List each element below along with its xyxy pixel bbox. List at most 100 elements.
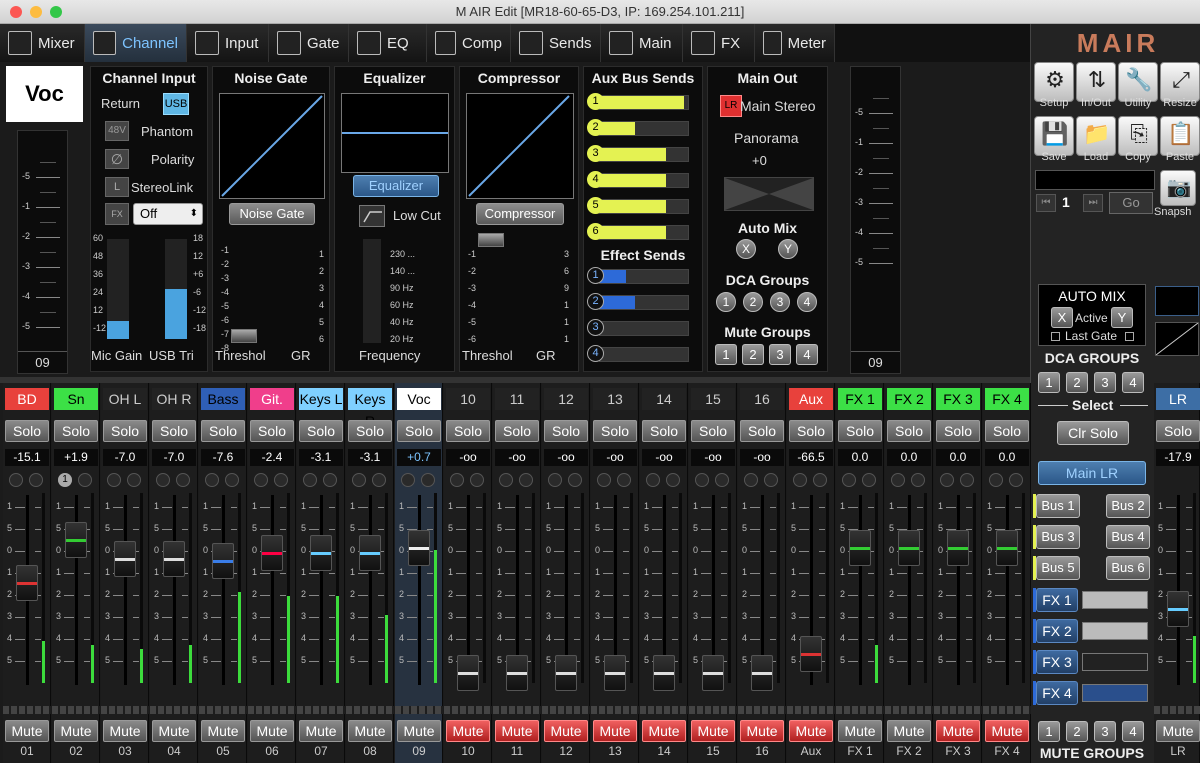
mute-group-4[interactable]: 4 (796, 344, 818, 365)
channel-fader[interactable] (702, 655, 724, 691)
equalizer-button[interactable]: Equalizer (353, 175, 439, 197)
fx-slot-button-1[interactable]: FX 1 (1036, 588, 1078, 612)
mute-button[interactable]: Mute (348, 720, 392, 742)
noise-gate-button[interactable]: Noise Gate (229, 203, 315, 225)
mute-button[interactable]: Mute (446, 720, 490, 742)
automix-x-rp[interactable]: X (1051, 307, 1073, 328)
channel-name-button[interactable]: Keys L (299, 388, 343, 410)
channel-fader[interactable] (898, 530, 920, 567)
rp-dca-2[interactable]: 2 (1066, 372, 1088, 393)
channel-fader[interactable] (1167, 591, 1189, 627)
mute-group-1[interactable]: 1 (715, 344, 737, 365)
solo-button[interactable]: Solo (887, 420, 931, 442)
solo-button[interactable]: Solo (1156, 420, 1200, 442)
rp-mute-group-2[interactable]: 2 (1066, 721, 1088, 742)
rp-in-out-button[interactable]: ⇅ (1076, 62, 1116, 102)
rp-copy-button[interactable]: ⎘ (1118, 116, 1158, 156)
compressor-threshold-fader[interactable] (478, 233, 504, 247)
solo-button[interactable]: Solo (5, 420, 49, 442)
bus-button-2[interactable]: Bus 2 (1106, 494, 1150, 518)
mute-button[interactable]: Mute (250, 720, 294, 742)
solo-button[interactable]: Solo (54, 420, 98, 442)
mute-group-3[interactable]: 3 (769, 344, 791, 365)
tab-main[interactable]: Main (601, 24, 683, 62)
channel-name-button[interactable]: BD (5, 388, 49, 410)
channel-name-button[interactable]: Bass (201, 388, 245, 410)
channel-name-button[interactable]: 16 (740, 388, 784, 410)
rp-utility-button[interactable]: 🔧 (1118, 62, 1158, 102)
fx-send-2[interactable]: 2 (587, 293, 689, 312)
channel-fader[interactable] (604, 655, 626, 691)
fx-slot-button-4[interactable]: FX 4 (1036, 681, 1078, 705)
rp-load-button[interactable]: 📁 (1076, 116, 1116, 156)
go-button[interactable]: Go (1109, 192, 1153, 214)
mute-button[interactable]: Mute (642, 720, 686, 742)
rp-dca-4[interactable]: 4 (1122, 372, 1144, 393)
mute-button[interactable]: Mute (936, 720, 980, 742)
solo-button[interactable]: Solo (789, 420, 833, 442)
mute-button[interactable]: Mute (740, 720, 784, 742)
solo-button[interactable]: Solo (397, 420, 441, 442)
channel-fader[interactable] (457, 655, 479, 691)
channel-fader[interactable] (261, 535, 283, 571)
channel-fader[interactable] (114, 541, 136, 578)
phantom-button[interactable]: 48V (105, 121, 129, 141)
fx-slot-button-3[interactable]: FX 3 (1036, 650, 1078, 674)
channel-name-button[interactable]: 10 (446, 388, 490, 410)
channel-name-button[interactable]: 14 (642, 388, 686, 410)
solo-button[interactable]: Solo (593, 420, 637, 442)
rp-setup-button[interactable]: ⚙ (1034, 62, 1074, 102)
tab-meter[interactable]: Meter (755, 24, 835, 62)
channel-fader[interactable] (751, 655, 773, 691)
solo-button[interactable]: Solo (691, 420, 735, 442)
usb-button[interactable]: USB (163, 93, 189, 115)
channel-name-button[interactable]: 12 (544, 388, 588, 410)
channel-fader[interactable] (506, 655, 528, 691)
channel-name-button[interactable]: Keys R (348, 388, 392, 429)
solo-button[interactable]: Solo (740, 420, 784, 442)
channel-name-button[interactable]: 15 (691, 388, 735, 410)
aux-send-2[interactable]: 2 (587, 119, 689, 138)
channel-name-button[interactable]: 11 (495, 388, 539, 410)
automix-x-button[interactable]: X (736, 239, 756, 259)
aux-send-5[interactable]: 5 (587, 197, 689, 216)
compressor-button[interactable]: Compressor (476, 203, 564, 225)
solo-button[interactable]: Solo (348, 420, 392, 442)
dca-group-2[interactable]: 2 (743, 292, 763, 312)
prev-snapshot-icon[interactable]: ⏮ (1036, 194, 1056, 212)
mute-button[interactable]: Mute (299, 720, 343, 742)
aux-send-6[interactable]: 6 (587, 223, 689, 242)
mute-button[interactable]: Mute (5, 720, 49, 742)
bus-button-1[interactable]: Bus 1 (1036, 494, 1080, 518)
rp-dca-3[interactable]: 3 (1094, 372, 1116, 393)
tab-fx[interactable]: FX (683, 24, 755, 62)
dca-group-1[interactable]: 1 (716, 292, 736, 312)
lr-button[interactable]: LR (720, 95, 742, 117)
channel-name-button[interactable]: FX 2 (887, 388, 931, 410)
rp-resize-button[interactable]: ⤢ (1160, 62, 1200, 102)
fx-send-1[interactable]: 1 (587, 267, 689, 286)
next-snapshot-icon[interactable]: ⏭ (1083, 194, 1103, 212)
mute-button[interactable]: Mute (593, 720, 637, 742)
rp-dca-1[interactable]: 1 (1038, 372, 1060, 393)
mute-button[interactable]: Mute (495, 720, 539, 742)
channel-fader[interactable] (16, 565, 38, 602)
channel-fader[interactable] (212, 543, 234, 579)
fx-slot-button-2[interactable]: FX 2 (1036, 619, 1078, 643)
tab-mixer[interactable]: Mixer (0, 24, 85, 62)
fx-insert-select[interactable]: Off ⬍ (133, 203, 203, 225)
mute-button[interactable]: Mute (152, 720, 196, 742)
tab-comp[interactable]: Comp (427, 24, 511, 62)
clear-solo-button[interactable]: Clr Solo (1057, 421, 1129, 445)
low-cut-button[interactable] (359, 205, 385, 227)
mute-button[interactable]: Mute (887, 720, 931, 742)
solo-button[interactable]: Solo (299, 420, 343, 442)
mute-button[interactable]: Mute (838, 720, 882, 742)
dca-group-3[interactable]: 3 (770, 292, 790, 312)
channel-fader[interactable] (555, 655, 577, 691)
tab-channel[interactable]: Channel (85, 24, 187, 62)
stereolink-button[interactable]: L (105, 177, 129, 197)
channel-fader[interactable] (800, 635, 822, 672)
last-gate-checkbox[interactable] (1051, 332, 1060, 341)
channel-name-button[interactable]: FX 1 (838, 388, 882, 410)
